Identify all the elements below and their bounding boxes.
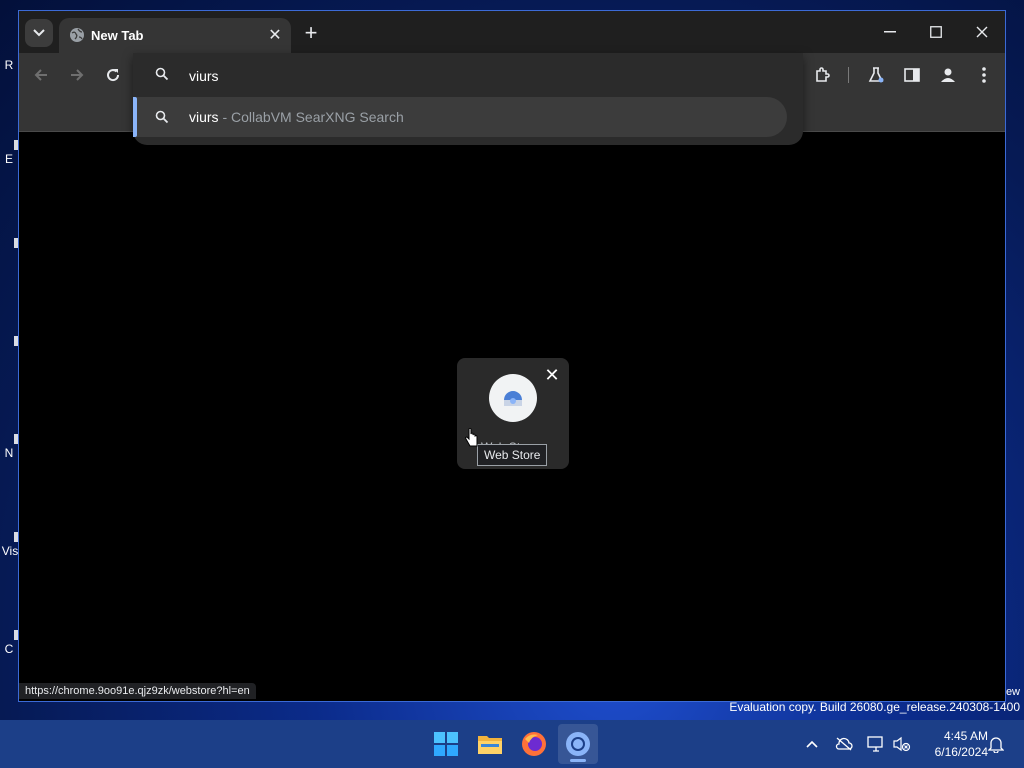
chevron-up-icon (806, 740, 818, 748)
watermark-fragment: ew (1005, 686, 1020, 698)
firefox-icon (522, 732, 546, 756)
desktop-icon-fragment[interactable]: N (0, 434, 18, 460)
search-icon (155, 67, 169, 81)
cloud-offline-icon (835, 737, 853, 751)
minimize-icon (884, 31, 896, 33)
tab-strip: New Tab ✕ + (19, 11, 1005, 53)
taskbar-clock[interactable]: 4:45 AM 6/16/2024 (918, 728, 988, 760)
close-window-button[interactable] (959, 17, 1005, 47)
start-icon (434, 732, 458, 756)
tab-new-tab[interactable]: New Tab ✕ (59, 18, 291, 53)
reload-icon (107, 69, 120, 82)
tab-search-button[interactable] (25, 19, 53, 47)
desktop-icon-fragment[interactable]: E (0, 140, 18, 166)
puzzle-icon (816, 67, 830, 82)
hand-cursor-icon (465, 428, 478, 447)
status-bubble: https://chrome.9oo91e.qjz9zk/webstore?hl… (19, 683, 256, 699)
tooltip: Web Store (477, 444, 548, 466)
flask-icon (868, 67, 884, 83)
toolbar-divider (848, 67, 849, 83)
profile-button[interactable] (934, 61, 962, 89)
arrow-right-icon (71, 69, 84, 81)
arrow-left-icon (34, 69, 47, 81)
chrome-button[interactable] (558, 724, 598, 764)
maximize-icon (930, 26, 942, 38)
file-explorer-icon (478, 736, 502, 754)
omnibox-dropdown: viurs - CollabVM SearXNG Search (133, 53, 803, 145)
address-bar-input[interactable] (187, 65, 751, 87)
browser-window: New Tab ✕ + viurs viurs - CollabVM SearX… (18, 10, 1006, 702)
forward-button[interactable] (63, 61, 91, 89)
taskbar: 4:45 AM 6/16/2024 (0, 720, 1024, 768)
maximize-button[interactable] (913, 17, 959, 47)
minimize-button[interactable] (867, 17, 913, 47)
network-tray-button[interactable] (866, 734, 886, 754)
side-panel-button[interactable] (898, 61, 926, 89)
network-icon (867, 736, 883, 752)
desktop-icon-fragment[interactable]: R (0, 58, 18, 72)
remove-shortcut-icon[interactable]: ✕ (543, 365, 561, 385)
selection-indicator (133, 97, 137, 137)
watermark-text: Evaluation copy. Build 26080.ge_release.… (729, 700, 1020, 714)
clock-time: 4:45 AM (943, 729, 988, 743)
close-icon (976, 26, 988, 38)
suggestion-engine: CollabVM SearXNG Search (231, 109, 404, 125)
bell-icon (988, 737, 1004, 753)
notifications-button[interactable] (986, 734, 1006, 754)
start-button[interactable] (426, 724, 466, 764)
active-app-indicator (570, 759, 586, 762)
menu-button[interactable] (970, 61, 998, 89)
speaker-muted-icon (893, 736, 911, 752)
desktop-icon-fragment[interactable] (0, 238, 18, 250)
omnibox-suggestion[interactable]: viurs - CollabVM SearXNG Search (133, 97, 787, 137)
desktop-icon-fragment[interactable]: C (0, 630, 18, 656)
evaluation-watermark: ew Evaluation copy. Build 26080.ge_relea… (729, 686, 1020, 714)
file-explorer-button[interactable] (470, 724, 510, 764)
firefox-button[interactable] (514, 724, 554, 764)
globe-icon (70, 28, 84, 42)
reload-button[interactable] (99, 61, 127, 89)
chevron-down-icon (33, 29, 45, 37)
shortcut-favicon (489, 374, 537, 422)
onedrive-tray-button[interactable] (834, 734, 854, 754)
volume-tray-button[interactable] (892, 734, 912, 754)
search-icon (155, 110, 169, 124)
desktop-icon-fragment[interactable] (0, 336, 18, 348)
web-store-icon (504, 391, 522, 406)
suggestion-text: viurs - CollabVM SearXNG Search (189, 109, 404, 125)
chrome-icon (566, 732, 590, 756)
suggestion-query: viurs (189, 109, 219, 125)
suggestion-separator: - (218, 109, 232, 125)
omnibox-row (133, 53, 803, 97)
labs-button[interactable] (862, 61, 890, 89)
show-hidden-icons-button[interactable] (802, 734, 822, 754)
clock-date: 6/16/2024 (934, 745, 988, 759)
tab-title: New Tab (91, 28, 144, 43)
person-icon (941, 68, 955, 82)
tab-close-icon[interactable]: ✕ (265, 25, 285, 45)
new-tab-button[interactable]: + (299, 20, 323, 45)
back-button[interactable] (27, 61, 55, 89)
more-vertical-icon (982, 67, 986, 83)
side-panel-icon (904, 68, 920, 82)
desktop-icon-fragment[interactable]: Vis (0, 532, 20, 558)
extensions-button[interactable] (809, 61, 837, 89)
